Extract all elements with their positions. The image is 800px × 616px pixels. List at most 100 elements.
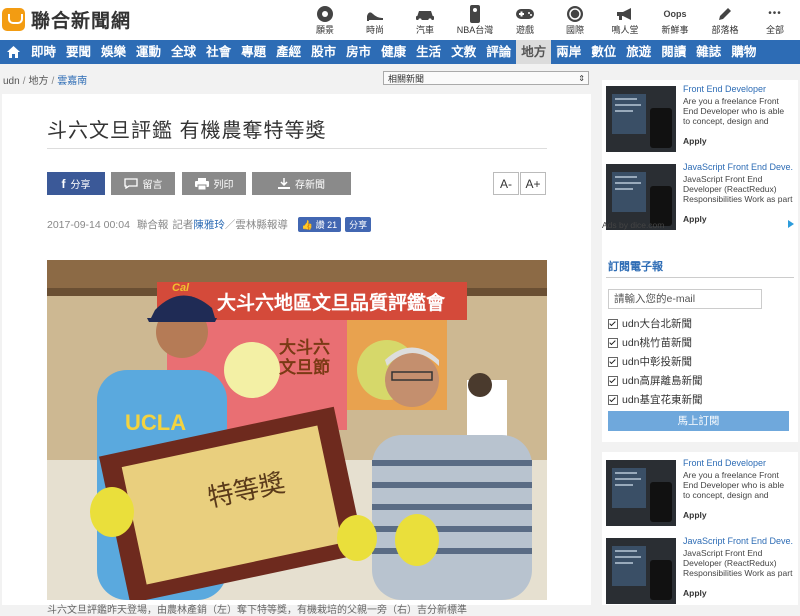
channel-fashion[interactable]: 時尚 xyxy=(350,4,400,36)
channel-oops[interactable]: Oops 新鮮事 xyxy=(650,4,700,36)
checkbox-checked-icon[interactable] xyxy=(608,375,618,386)
car-icon xyxy=(416,10,434,22)
option-label: udn高屏離島新聞 xyxy=(622,375,703,387)
nav-item-headlines[interactable]: 要聞 xyxy=(61,40,96,64)
nav-item-travel[interactable]: 旅遊 xyxy=(621,40,656,64)
home-icon xyxy=(6,46,20,58)
ad-block-bottom: Front End Developer Are you a freelance … xyxy=(602,452,798,605)
nav-item-society[interactable]: 社會 xyxy=(201,40,236,64)
channel-label: 遊戲 xyxy=(515,25,534,35)
nav-item-sports[interactable]: 運動 xyxy=(131,40,166,64)
ad-apply-link[interactable]: Apply xyxy=(683,510,707,520)
nav-item-education[interactable]: 文教 xyxy=(446,40,481,64)
nav-item-health[interactable]: 健康 xyxy=(376,40,411,64)
news-source: 聯合報 xyxy=(136,219,169,231)
thumbs-up-icon: 👍 xyxy=(301,220,314,230)
vision-icon xyxy=(317,5,333,22)
article-title: 斗六文旦評鑑 有機農奪特等獎 xyxy=(47,120,327,142)
button-label: 留言 xyxy=(142,180,163,191)
font-decrease-button[interactable]: A- xyxy=(493,172,519,195)
channel-label: 鳴人堂 xyxy=(611,25,639,35)
ad-apply-link[interactable]: Apply xyxy=(683,214,707,224)
print-icon xyxy=(194,177,209,190)
email-input[interactable]: 請輸入您的e-mail xyxy=(608,289,762,309)
title-divider xyxy=(47,148,547,149)
article-photo[interactable]: 大斗六地區文旦品質評鑑會 大斗六文旦節 Cal UCLA 特等獎 xyxy=(47,260,547,600)
checkbox-checked-icon[interactable] xyxy=(608,356,618,367)
breadcrumb-region[interactable]: 雲嘉南 xyxy=(57,76,87,87)
home-button[interactable] xyxy=(0,40,26,64)
ad-apply-link[interactable]: Apply xyxy=(683,588,707,598)
channel-label: NBA台灣 xyxy=(456,25,494,35)
reporter-link[interactable]: 陳雅玲 xyxy=(193,217,225,232)
ad-apply-link[interactable]: Apply xyxy=(683,136,707,146)
nav-item-reading[interactable]: 閱讀 xyxy=(656,40,691,64)
breadcrumb-local[interactable]: 地方 xyxy=(28,76,48,87)
print-button[interactable]: 列印 xyxy=(182,172,246,195)
newsletter-option[interactable]: udn中彰投新聞 xyxy=(608,354,692,369)
font-increase-button[interactable]: A+ xyxy=(520,172,546,195)
top-header: 聯合新聞網 願景 時尚 汽車 NBA台灣 遊戲 國際 鳴人堂 Oops 新鮮事 … xyxy=(0,0,800,40)
nav-item-realtime[interactable]: 即時 xyxy=(26,40,61,64)
related-news-select[interactable]: 相關新聞 ⇕ xyxy=(383,71,589,85)
ads-by-label[interactable]: Ads by dice.com xyxy=(602,220,664,230)
breadcrumb-udn[interactable]: udn xyxy=(3,76,20,87)
facebook-small-share-button[interactable]: 分享 xyxy=(345,217,372,232)
top-channel-nav: 願景 時尚 汽車 NBA台灣 遊戲 國際 鳴人堂 Oops 新鮮事 部落格 ••… xyxy=(300,4,800,36)
channel-games[interactable]: 遊戲 xyxy=(500,4,550,36)
facebook-like-button[interactable]: 👍 讚 21 xyxy=(297,217,342,232)
channel-opinion[interactable]: 鳴人堂 xyxy=(600,4,650,36)
option-label: udn中彰投新聞 xyxy=(622,356,693,368)
nav-item-local[interactable]: 地方 xyxy=(516,40,552,64)
channel-world[interactable]: 國際 xyxy=(550,4,600,36)
nav-item-life[interactable]: 生活 xyxy=(411,40,446,64)
nav-item-housing[interactable]: 房市 xyxy=(341,40,376,64)
save-news-button[interactable]: 存新聞 xyxy=(252,172,351,195)
nav-item-digital[interactable]: 數位 xyxy=(586,40,621,64)
newsletter-option[interactable]: udn高屏離島新聞 xyxy=(608,373,703,388)
facebook-share-button[interactable]: f 分享 xyxy=(47,172,105,195)
megaphone-icon xyxy=(617,7,631,20)
channel-blog[interactable]: 部落格 xyxy=(700,4,750,36)
channel-label: 願景 xyxy=(315,25,334,35)
nav-item-shopping[interactable]: 購物 xyxy=(726,40,761,64)
channel-vision[interactable]: 願景 xyxy=(300,4,350,36)
channel-label: 汽車 xyxy=(415,25,434,35)
checkbox-checked-icon[interactable] xyxy=(608,394,618,405)
nav-item-entertainment[interactable]: 娛樂 xyxy=(96,40,131,64)
ad-item[interactable]: JavaScript Front End Deve... JavaScript … xyxy=(606,536,793,606)
subscribe-button[interactable]: 馬上訂閱 xyxy=(608,411,789,431)
checkbox-checked-icon[interactable] xyxy=(608,318,618,329)
nav-item-business[interactable]: 產經 xyxy=(271,40,306,64)
option-label: udn大台北新聞 xyxy=(622,318,693,330)
comment-button[interactable]: 留言 xyxy=(111,172,175,195)
nav-item-magazine[interactable]: 雜誌 xyxy=(691,40,726,64)
ad-title[interactable]: JavaScript Front End Deve... xyxy=(683,162,793,172)
gamepad-icon xyxy=(516,8,534,19)
channel-auto[interactable]: 汽車 xyxy=(400,4,450,36)
nav-item-opinion[interactable]: 評論 xyxy=(481,40,516,64)
ad-title[interactable]: JavaScript Front End Deve... xyxy=(683,536,793,546)
ad-title[interactable]: Front End Developer xyxy=(683,458,793,468)
adchoices-icon[interactable] xyxy=(787,220,795,228)
ad-item[interactable]: Front End Developer Are you a freelance … xyxy=(606,458,793,528)
nav-item-stocks[interactable]: 股市 xyxy=(306,40,341,64)
checkbox-checked-icon[interactable] xyxy=(608,337,618,348)
button-label: 分享 xyxy=(70,180,91,191)
publish-date: 2017-09-14 00:04 xyxy=(47,218,130,231)
udn-logo[interactable]: 聯合新聞網 xyxy=(2,6,131,33)
ad-item[interactable]: Front End Developer Are you a freelance … xyxy=(606,84,793,154)
newsletter-option[interactable]: udn桃竹苗新聞 xyxy=(608,335,692,350)
high-heel-icon xyxy=(367,11,383,21)
nav-item-features[interactable]: 專題 xyxy=(236,40,271,64)
newsletter-option[interactable]: udn大台北新聞 xyxy=(608,316,692,331)
nav-item-cross-strait[interactable]: 兩岸 xyxy=(551,40,586,64)
select-arrows-icon: ⇕ xyxy=(578,74,585,83)
channel-nba[interactable]: NBA台灣 xyxy=(450,4,500,36)
breadcrumb-separator: / xyxy=(22,76,26,87)
udn-logo-icon xyxy=(2,8,25,31)
newsletter-option[interactable]: udn基宜花東新聞 xyxy=(608,392,703,407)
nav-item-global[interactable]: 全球 xyxy=(166,40,201,64)
ad-title[interactable]: Front End Developer xyxy=(683,84,793,94)
channel-all[interactable]: ••• 全部 xyxy=(750,4,800,36)
